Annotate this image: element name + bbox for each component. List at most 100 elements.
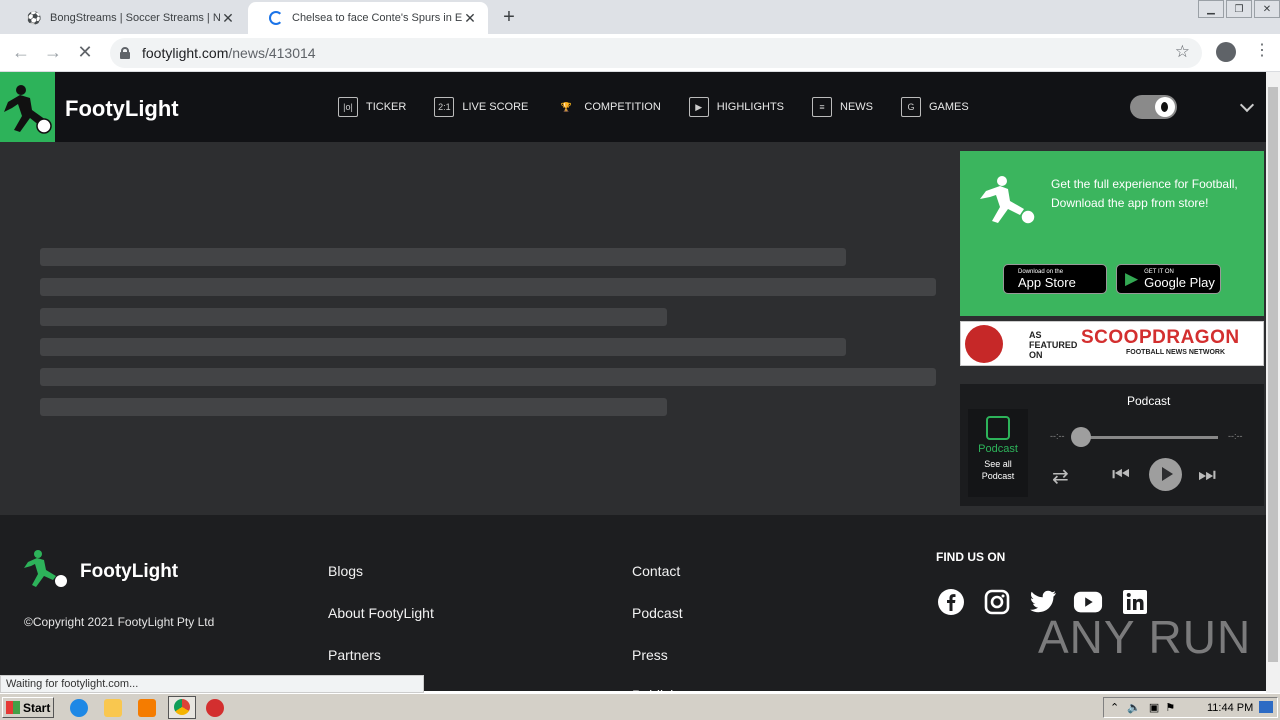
featured-text: AS FEATURED ON (1029, 330, 1077, 360)
folder-icon[interactable] (104, 699, 122, 717)
tab-title: Chelsea to face Conte's Spurs in EFL (292, 12, 462, 24)
trophy-icon: 🏆 (560, 101, 572, 112)
nav-competition[interactable]: 🏆 COMPETITION (556, 94, 661, 120)
start-button[interactable]: Start (2, 697, 54, 718)
nav-live-score[interactable]: 2:1 LIVE SCORE (434, 94, 528, 120)
tab-bongstreams[interactable]: ⚽ BongStreams | Soccer Streams | NBA ✕ (6, 2, 246, 34)
scoopdragon-banner[interactable]: AS FEATURED ON SCOOPDRAGON FOOTBALL NEWS… (960, 321, 1264, 366)
games-icon: G (901, 97, 921, 117)
previous-track-icon[interactable]: ⏮ (1112, 464, 1130, 487)
seek-track[interactable] (1080, 436, 1218, 439)
start-label: Start (23, 700, 51, 715)
chrome-icon (174, 699, 190, 715)
forward-button[interactable]: → (42, 42, 64, 63)
featured-line: AS (1029, 330, 1042, 340)
featured-line: FEATURED (1029, 340, 1078, 350)
restore-icon[interactable]: ❐ (1226, 0, 1252, 18)
find-us-heading: FIND US ON (936, 550, 1006, 564)
play-icon: ▶ (688, 97, 709, 117)
repeat-icon[interactable]: ⇄ (1052, 464, 1069, 489)
footer-link-blogs[interactable]: Blogs (328, 563, 363, 579)
tab-title: BongStreams | Soccer Streams | NBA (50, 12, 220, 24)
network-icon[interactable]: ▣ (1149, 701, 1159, 714)
browser-toolbar: ← → ✕ footylight.com/news/413014 ☆ (0, 34, 1280, 72)
nav-games[interactable]: G GAMES (901, 94, 969, 120)
see-all-label: See all Podcast (981, 459, 1015, 481)
instagram-icon[interactable] (982, 587, 1012, 617)
page-scrollbar[interactable] (1266, 72, 1280, 693)
seek-thumb[interactable] (1071, 427, 1091, 447)
anyrun-watermark: ANY RUN (1038, 611, 1252, 663)
skeleton-line (40, 248, 846, 266)
bongstreams-favicon-icon: ⚽ (26, 11, 42, 25)
media-player-icon[interactable] (138, 699, 156, 717)
scrollbar-thumb[interactable] (1268, 87, 1278, 662)
bookmark-star-icon[interactable]: ☆ (1175, 42, 1190, 62)
news-icon: ≡ (812, 97, 832, 117)
internet-explorer-icon[interactable] (70, 699, 88, 717)
see-all-podcast-link[interactable]: Podcast See all Podcast (968, 409, 1028, 497)
chrome-taskbar-button[interactable] (168, 696, 196, 719)
site-header: FootyLight |o| TICKER 2:1 LIVE SCORE 🏆 C… (0, 72, 1266, 142)
tab-chelsea[interactable]: Chelsea to face Conte's Spurs in EFL ✕ (248, 2, 488, 34)
minimize-icon[interactable]: ▁ (1198, 0, 1224, 18)
copyright: ©Copyright 2021 FootyLight Pty Ltd (24, 615, 215, 629)
footer-link-podcast[interactable]: Podcast (632, 605, 683, 621)
banner-sub: FOOTBALL NEWS NETWORK (1126, 349, 1226, 356)
show-desktop-icon[interactable] (1259, 701, 1273, 713)
player-icon (980, 176, 1036, 225)
back-button[interactable]: ← (10, 42, 32, 63)
address-bar[interactable]: footylight.com/news/413014 ☆ (110, 38, 1202, 68)
nav-ticker[interactable]: |o| TICKER (338, 94, 406, 120)
loading-spinner-icon (268, 10, 284, 26)
nav-highlights[interactable]: ▶ HIGHLIGHTS (688, 94, 784, 120)
footer-link-contact[interactable]: Contact (632, 563, 680, 579)
stop-loading-button[interactable]: ✕ (74, 42, 96, 63)
featured-line: ON (1029, 350, 1043, 360)
flag-icon[interactable]: ⚑ (1165, 701, 1175, 714)
site-brand[interactable]: FootyLight (65, 96, 179, 122)
footer-link-partners[interactable]: Partners (328, 647, 381, 663)
system-tray: ⌃ 🔈 ▣ ⚑ 11:44 PM (1103, 697, 1278, 718)
facebook-icon[interactable] (936, 587, 966, 617)
volume-icon[interactable]: 🔈 (1127, 701, 1141, 714)
footer-link-press[interactable]: Press (632, 647, 668, 663)
podcast-player: Podcast Podcast See all Podcast --:-- --… (960, 384, 1264, 506)
close-tab-icon[interactable]: ✕ (462, 10, 478, 27)
nav-label: COMPETITION (584, 101, 661, 113)
footer-link-about[interactable]: About FootyLight (328, 605, 434, 621)
new-tab-button[interactable]: + (498, 6, 520, 29)
nav-label: TICKER (366, 101, 407, 113)
footylight-logo-icon[interactable] (0, 72, 55, 142)
next-track-icon[interactable]: ⏭ (1198, 464, 1216, 487)
chrome-menu-icon[interactable]: ⋮ (1254, 40, 1270, 60)
app-store-button[interactable]: Download on the App Store (1003, 264, 1107, 294)
app-promo-card: Get the full experience for Football, Do… (960, 151, 1264, 316)
opera-icon[interactable] (206, 699, 224, 717)
skeleton-line (40, 308, 667, 326)
close-tab-icon[interactable]: ✕ (220, 10, 236, 27)
windows-logo-icon (6, 701, 20, 714)
close-window-icon[interactable]: ✕ (1254, 0, 1280, 18)
tray-arrow-icon[interactable]: ⌃ (1110, 701, 1119, 714)
profile-avatar[interactable] (1216, 42, 1236, 62)
chevron-down-icon[interactable] (1239, 97, 1255, 113)
skeleton-line (40, 278, 936, 296)
promo-text: Get the full experience for Football, Do… (1051, 177, 1238, 210)
skeleton-line (40, 338, 846, 356)
footer-brand[interactable]: FootyLight (80, 561, 178, 583)
google-play-button[interactable]: ▶ GET IT ON Google Play (1116, 264, 1221, 294)
play-button[interactable] (1149, 458, 1182, 491)
window-controls: ▁ ❐ ✕ (1196, 0, 1280, 18)
windows-taskbar: Start ⌃ 🔈 ▣ ⚑ 11:44 PM (0, 693, 1280, 720)
time-total: --:-- (1228, 431, 1243, 441)
podcast-label: Podcast (978, 443, 1018, 455)
footer-link-publish[interactable]: Publish (632, 687, 678, 691)
clock: 11:44 PM (1207, 702, 1254, 714)
footer-logo-icon (24, 550, 67, 587)
dark-mode-toggle[interactable] (1130, 95, 1177, 119)
live-score-icon: 2:1 (434, 97, 455, 117)
nav-news[interactable]: ≡ NEWS (812, 94, 873, 120)
nav-label: NEWS (840, 101, 873, 113)
tab-strip: ⚽ BongStreams | Soccer Streams | NBA ✕ C… (0, 0, 1280, 34)
